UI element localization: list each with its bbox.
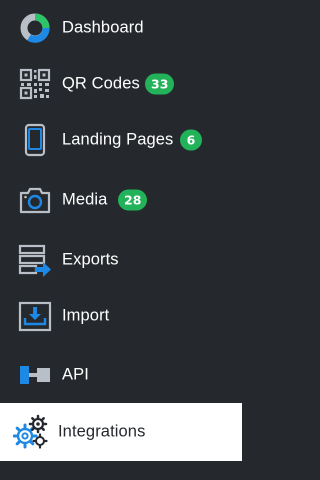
integrations-gears-icon	[13, 414, 48, 449]
camera-icon	[19, 187, 51, 214]
mobile-phone-icon	[24, 123, 46, 157]
count-badge: 28	[118, 189, 148, 211]
sidebar-item-label: Integrations	[58, 422, 146, 441]
sidebar-item-qr-codes[interactable]: QR Codes 33	[0, 56, 242, 112]
sidebar-item-media[interactable]: Media 28	[0, 172, 242, 228]
count-badge: 33	[145, 73, 175, 95]
sidebar-item-dashboard[interactable]: Dashboard	[0, 0, 242, 56]
sidebar-item-label: API	[62, 365, 89, 384]
sidebar-item-label: Media	[62, 190, 108, 209]
sidebar-item-integrations[interactable]: Integrations	[0, 403, 242, 461]
sidebar-item-label: Exports	[62, 250, 119, 269]
export-icon	[18, 244, 51, 277]
sidebar-item-label: Import	[62, 306, 110, 325]
count-badge: 6	[180, 129, 202, 151]
sidebar-nav: Dashboard QR Codes 33 Landing Pages 6 Me…	[0, 0, 242, 480]
sidebar-item-exports[interactable]: Exports	[0, 232, 242, 288]
sidebar-item-import[interactable]: Import	[0, 288, 242, 344]
dashboard-donut-icon	[20, 13, 50, 43]
sidebar-item-label: Dashboard	[62, 18, 144, 37]
import-icon	[18, 301, 52, 332]
sidebar-item-landing-pages[interactable]: Landing Pages 6	[0, 112, 242, 168]
api-icon	[20, 366, 50, 384]
sidebar-item-api[interactable]: API	[0, 347, 242, 403]
sidebar-item-label: QR Codes	[62, 74, 140, 93]
qr-code-icon	[19, 68, 51, 100]
sidebar-item-label: Landing Pages	[62, 130, 174, 149]
